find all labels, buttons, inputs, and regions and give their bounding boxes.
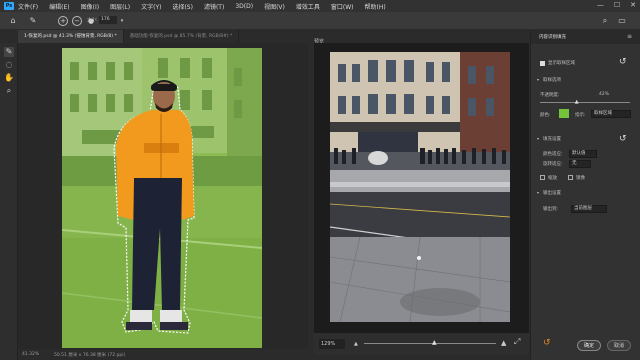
tab-document-1[interactable]: 1-恢复的.psd @ 41.3% (侵蚀背景, RGB/8) *: [18, 30, 124, 43]
home-icon[interactable]: ⌂: [8, 16, 18, 26]
menu-help[interactable]: 帮助(H): [365, 2, 386, 11]
preview-zoom-input[interactable]: 129%: [319, 339, 345, 349]
status-bar: 41.32% 50.51 厘米 x 76.38 厘米 (72 ppi): [18, 349, 308, 360]
menu-filter[interactable]: 滤镜(T): [204, 2, 224, 11]
reset-icon[interactable]: ↺: [619, 57, 627, 67]
menu-edit[interactable]: 编辑(E): [49, 2, 69, 11]
menu-type[interactable]: 文字(Y): [141, 2, 161, 11]
app-logo: Ps: [4, 2, 14, 10]
show-sampling-label: 显示取样区域: [548, 61, 575, 66]
tab-document-2[interactable]: 基础功能-恢复的.psd @ 85.7% (背景, RGB/8#) *: [124, 30, 240, 43]
close-button[interactable]: ✕: [630, 1, 636, 9]
sampling-brush-icon[interactable]: ✎: [4, 47, 14, 57]
add-to-selection-icon[interactable]: +: [58, 16, 68, 26]
maximize-button[interactable]: ☐: [614, 1, 620, 9]
menu-image[interactable]: 图像(I): [81, 2, 99, 11]
zoom-level[interactable]: 41.32%: [22, 352, 39, 357]
menu-file[interactable]: 文件(F): [18, 2, 38, 11]
preview-zoom-handle[interactable]: ▲: [432, 339, 437, 346]
output-section-title: 输出设置: [543, 191, 561, 196]
preview-zoom-slider[interactable]: [364, 343, 496, 344]
fill-section-title: 填充设置: [543, 137, 561, 142]
fit-view-icon[interactable]: ⤢: [514, 337, 520, 347]
opacity-label: 不透明度:: [540, 93, 560, 98]
sampling-section-title: 取样选项: [543, 78, 561, 83]
zoom-out-icon[interactable]: ▲: [354, 341, 358, 347]
color-label: 颜色:: [540, 113, 551, 118]
rotation-adaptation-select[interactable]: 无: [569, 160, 591, 168]
color-adaptation-select[interactable]: 默认值: [569, 150, 597, 158]
scale-checkbox[interactable]: [540, 175, 545, 180]
subtract-from-selection-icon[interactable]: −: [72, 16, 82, 26]
sampling-color-swatch[interactable]: [559, 109, 569, 118]
preview-image[interactable]: [330, 52, 510, 322]
reset-all-icon[interactable]: ↺: [543, 338, 551, 348]
menu-window[interactable]: 窗口(W): [331, 2, 354, 11]
reset-icon[interactable]: ↺: [619, 134, 627, 144]
preview-zoom-bar: 129% ▲ ▲ ▲ ⤢: [314, 333, 529, 355]
rotation-adaptation-label: 旋转适应:: [543, 162, 563, 167]
opacity-slider[interactable]: [540, 102, 630, 103]
menu-bar: Ps 文件(F) 编辑(E) 图像(I) 图层(L) 文字(Y) 选择(S) 滤…: [0, 0, 640, 12]
cancel-button[interactable]: 取消: [607, 340, 631, 351]
scale-label: 缩放: [548, 176, 557, 181]
panel-menu-icon[interactable]: ≡: [627, 33, 632, 40]
document-info: 50.51 厘米 x 76.38 厘米 (72 ppi): [54, 353, 126, 358]
color-adaptation-label: 颜色适应:: [543, 152, 563, 157]
indicates-select[interactable]: 取样区域: [591, 110, 631, 118]
menu-3d[interactable]: 3D(D): [235, 3, 253, 10]
document-canvas[interactable]: [62, 48, 262, 348]
search-icon[interactable]: ⌕: [600, 16, 610, 26]
options-bar: ⌂ ✎ + − ● 大小: 176 ▾ ⌕ ▭: [0, 12, 640, 30]
toolbar: ✎ ◌ ✋ ⌕: [0, 43, 18, 360]
chevron-down-icon[interactable]: ▾: [537, 136, 539, 141]
lasso-tool-icon[interactable]: ◌: [4, 60, 14, 70]
size-label: 大小:: [87, 18, 98, 23]
brush-tool-icon[interactable]: ✎: [28, 16, 38, 26]
document-tabs: 1-恢复的.psd @ 41.3% (侵蚀背景, RGB/8) * 基础功能-恢…: [18, 30, 308, 43]
chevron-down-icon[interactable]: ▾: [537, 190, 539, 195]
chevron-down-icon[interactable]: ▾: [117, 16, 127, 26]
content-aware-fill-panel: 内容识别填充 ≡ 显示取样区域 ↺ ▾ 取样选项 不透明度: 42% ▲ 颜色:…: [530, 30, 640, 360]
opacity-value[interactable]: 42%: [599, 92, 609, 97]
hand-tool-icon[interactable]: ✋: [4, 73, 14, 83]
zoom-tool-icon[interactable]: ⌕: [4, 86, 14, 96]
size-input[interactable]: 176: [99, 16, 117, 24]
document-image: [62, 48, 262, 348]
menu-select[interactable]: 选择(S): [172, 2, 193, 11]
output-to-label: 输出到:: [543, 207, 559, 212]
opacity-handle[interactable]: ▲: [575, 99, 579, 105]
panel-title: 内容识别填充: [539, 35, 566, 40]
preview-photo: [330, 52, 510, 322]
indicates-label: 指示:: [575, 113, 586, 118]
menu-plugins[interactable]: 增效工具: [296, 2, 320, 11]
output-to-select[interactable]: 当前图层: [571, 205, 607, 213]
workspace-icon[interactable]: ▭: [617, 16, 627, 26]
ok-button[interactable]: 确定: [577, 340, 601, 351]
show-sampling-checkbox[interactable]: [540, 61, 545, 66]
mirror-checkbox[interactable]: [568, 175, 573, 180]
chevron-down-icon[interactable]: ▾: [537, 77, 539, 82]
menu-layer[interactable]: 图层(L): [110, 2, 130, 11]
mirror-label: 镜像: [576, 176, 585, 181]
menu-view[interactable]: 视图(V): [264, 2, 285, 11]
minimize-button[interactable]: —: [597, 1, 604, 9]
zoom-in-icon[interactable]: ▲: [501, 339, 506, 347]
